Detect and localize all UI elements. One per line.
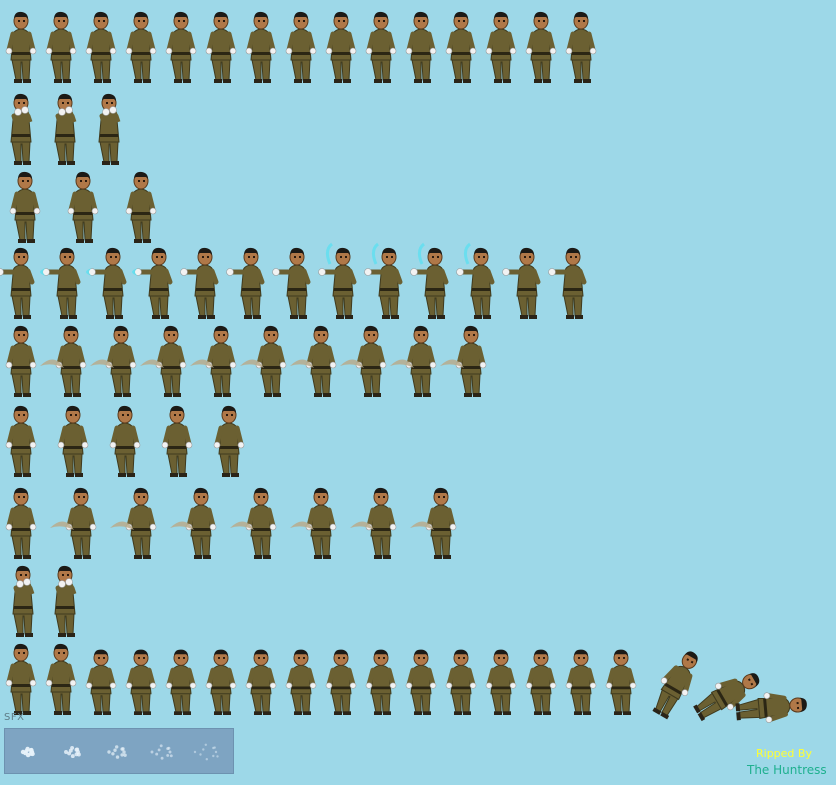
sprite-defeat-13	[484, 640, 518, 716]
sprite-punch-combo-7	[272, 244, 314, 320]
sprite-spin-kick-7	[290, 322, 338, 398]
sprite-sweep-kick-5	[230, 484, 278, 560]
sprite-spin-kick-2	[40, 322, 88, 398]
sprite-turn-1	[4, 402, 38, 478]
sprite-punch-combo-9	[364, 242, 406, 320]
sprite-defeat-1	[4, 640, 38, 716]
sfx-strip	[4, 728, 234, 774]
sfx-label: SFX	[4, 712, 25, 723]
sprite-guard-1	[4, 90, 38, 166]
sprite-sweep-kick-8	[410, 484, 458, 560]
sprite-turn-3	[108, 402, 142, 478]
sprite-sweep-kick-2	[50, 484, 98, 560]
sprite-guard-3	[92, 90, 126, 166]
sprite-defeat-2	[44, 640, 78, 716]
sprite-spin-kick-4	[140, 322, 188, 398]
sprite-sweep-kick-3	[110, 484, 158, 560]
sprite-idle-10	[364, 8, 398, 84]
sprite-defeat-6	[204, 640, 238, 716]
sprite-punch-combo-6	[226, 244, 268, 320]
sprite-idle-7	[244, 8, 278, 84]
sprite-idle-4	[124, 8, 158, 84]
sprite-sweep-kick-1	[4, 484, 38, 560]
sprite-punch-combo-8	[318, 242, 360, 320]
credit-ripped-by: Ripped By	[756, 747, 812, 760]
sprite-sheet	[0, 0, 836, 785]
sprite-punch-combo-10	[410, 242, 452, 320]
sfx-frame-1	[11, 735, 47, 769]
sprite-idle-5	[164, 8, 198, 84]
sprite-idle-2	[44, 8, 78, 84]
sprite-spin-kick-1	[4, 322, 38, 398]
sprite-defeat-11	[404, 640, 438, 716]
sprite-defeat-10	[364, 640, 398, 716]
sprite-sweep-kick-7	[350, 484, 398, 560]
sprite-turn-5	[212, 402, 246, 478]
sprite-defeat-3	[84, 640, 118, 716]
sprite-idle-6	[204, 8, 238, 84]
sprite-walk-3	[124, 168, 158, 244]
sprite-defeat-8	[284, 640, 318, 716]
sprite-punch-combo-1	[0, 244, 38, 320]
sprite-idle-9	[324, 8, 358, 84]
credit-author: The Huntress	[747, 763, 827, 777]
sprite-spin-kick-6	[240, 322, 288, 398]
sprite-spin-kick-8	[340, 322, 388, 398]
sprite-idle-3	[84, 8, 118, 84]
sprite-walk-1	[8, 168, 42, 244]
sprite-defeat-12	[444, 640, 478, 716]
sprite-defeat-18	[684, 640, 760, 722]
sprite-spin-kick-10	[440, 322, 488, 398]
sprite-sweep-kick-4	[170, 484, 218, 560]
sprite-idle-1	[4, 8, 38, 84]
sprite-idle-12	[444, 8, 478, 84]
sprite-defeat-7	[244, 640, 278, 716]
sprite-walk-2	[66, 168, 100, 244]
sprite-block-1	[6, 562, 40, 638]
sprite-punch-combo-13	[548, 244, 590, 320]
sprite-defeat-15	[564, 640, 598, 716]
sprite-defeat-16	[604, 640, 638, 716]
sprite-idle-14	[524, 8, 558, 84]
sprite-idle-11	[404, 8, 438, 84]
sprite-idle-8	[284, 8, 318, 84]
sprite-punch-combo-12	[502, 244, 544, 320]
sprite-punch-combo-2	[40, 244, 84, 320]
sfx-frame-2	[56, 735, 92, 769]
sprite-spin-kick-5	[190, 322, 238, 398]
sprite-idle-13	[484, 8, 518, 84]
sprite-defeat-17	[644, 640, 698, 720]
sfx-frame-4	[146, 735, 182, 769]
sprite-defeat-4	[124, 640, 158, 716]
sprite-defeat-14	[524, 640, 558, 716]
sprite-turn-4	[160, 402, 194, 478]
sprite-spin-kick-3	[90, 322, 138, 398]
sprite-sweep-kick-6	[290, 484, 338, 560]
sprite-punch-combo-3	[86, 244, 130, 320]
sprite-idle-15	[564, 8, 598, 84]
sfx-frame-5	[191, 735, 227, 769]
sprite-defeat-5	[164, 640, 198, 716]
sprite-spin-kick-9	[390, 322, 438, 398]
sprite-punch-combo-11	[456, 242, 498, 320]
sprite-defeat-19	[724, 640, 807, 723]
sprite-block-2	[48, 562, 82, 638]
sfx-frame-3	[101, 735, 137, 769]
sprite-punch-combo-5	[180, 244, 222, 320]
sprite-turn-2	[56, 402, 90, 478]
sprite-defeat-9	[324, 640, 358, 716]
sprite-guard-2	[48, 90, 82, 166]
sprite-punch-combo-4	[132, 244, 176, 320]
